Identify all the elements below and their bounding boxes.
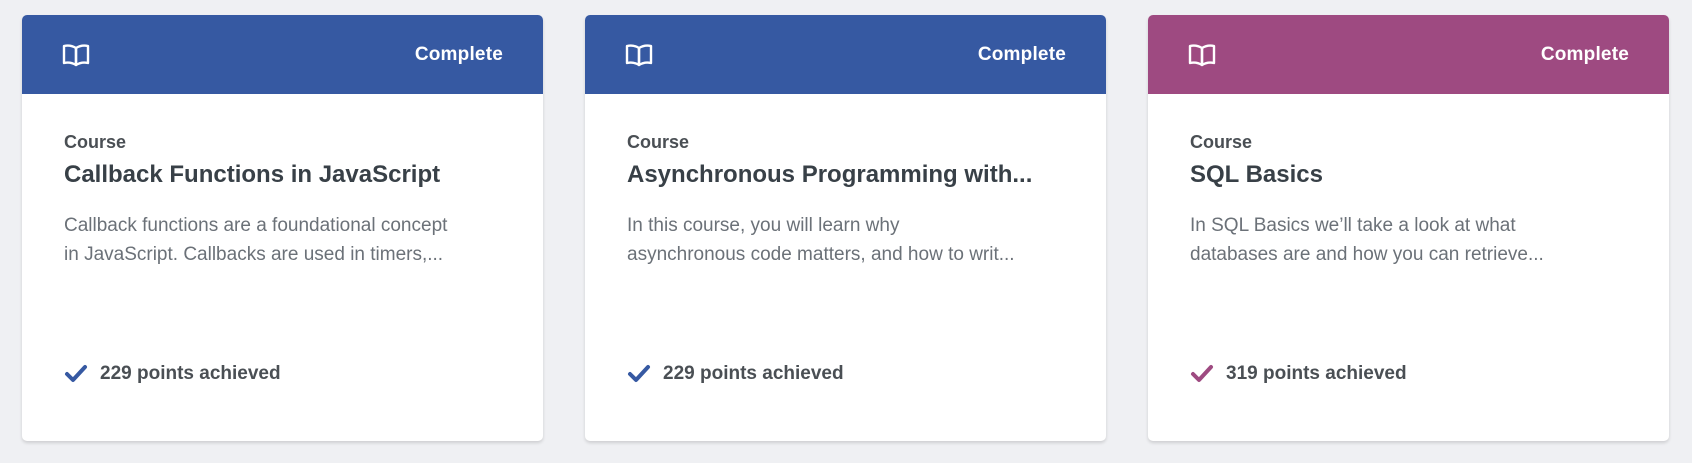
card-header: Complete <box>1148 15 1669 94</box>
points-achieved: 229 points achieved <box>64 363 281 385</box>
points-text: 229 points achieved <box>100 363 281 384</box>
course-title[interactable]: Asynchronous Programming with... <box>627 161 1064 189</box>
course-card[interactable]: Complete Course SQL Basics In SQL Basics… <box>1148 15 1669 441</box>
book-icon <box>1188 43 1216 67</box>
card-body: Course SQL Basics In SQL Basics we’ll ta… <box>1148 94 1669 269</box>
book-icon <box>62 43 90 67</box>
content-type-label: Course <box>1190 132 1253 152</box>
checkmark-icon <box>65 365 87 382</box>
description-line: in JavaScript. Callbacks are used in tim… <box>64 244 444 265</box>
card-body: Course Asynchronous Programming with... … <box>585 94 1106 269</box>
card-header: Complete <box>22 15 543 94</box>
status-label: Complete <box>977 43 1066 65</box>
course-description: Callback functions are a foundational co… <box>64 211 501 269</box>
course-title[interactable]: Callback Functions in JavaScript <box>64 161 501 189</box>
description-line: In this course, you will learn why <box>627 215 900 236</box>
status-label: Complete <box>1540 43 1629 65</box>
course-card-grid: Complete Course Callback Functions in Ja… <box>22 15 1669 441</box>
card-body: Course Callback Functions in JavaScript … <box>22 94 543 269</box>
content-type-label: Course <box>627 132 690 152</box>
checkmark-icon <box>628 365 650 382</box>
course-card[interactable]: Complete Course Callback Functions in Ja… <box>22 15 543 441</box>
points-text: 319 points achieved <box>1226 363 1407 384</box>
course-card[interactable]: Complete Course Asynchronous Programming… <box>585 15 1106 441</box>
description-line: Callback functions are a foundational co… <box>64 215 448 236</box>
description-line: databases are and how you can retrieve..… <box>1190 244 1544 265</box>
checkmark-icon <box>1191 365 1213 382</box>
book-icon <box>625 43 653 67</box>
content-type-label: Course <box>64 132 127 152</box>
description-line: In SQL Basics we’ll take a look at what <box>1190 215 1516 236</box>
points-text: 229 points achieved <box>663 363 844 384</box>
course-description: In this course, you will learn why async… <box>627 211 1064 269</box>
card-header: Complete <box>585 15 1106 94</box>
points-achieved: 229 points achieved <box>627 363 844 385</box>
course-description: In SQL Basics we’ll take a look at what … <box>1190 211 1627 269</box>
status-label: Complete <box>414 43 503 65</box>
description-line: asynchronous code matters, and how to wr… <box>627 244 1015 265</box>
course-title[interactable]: SQL Basics <box>1190 161 1627 189</box>
points-achieved: 319 points achieved <box>1190 363 1407 385</box>
